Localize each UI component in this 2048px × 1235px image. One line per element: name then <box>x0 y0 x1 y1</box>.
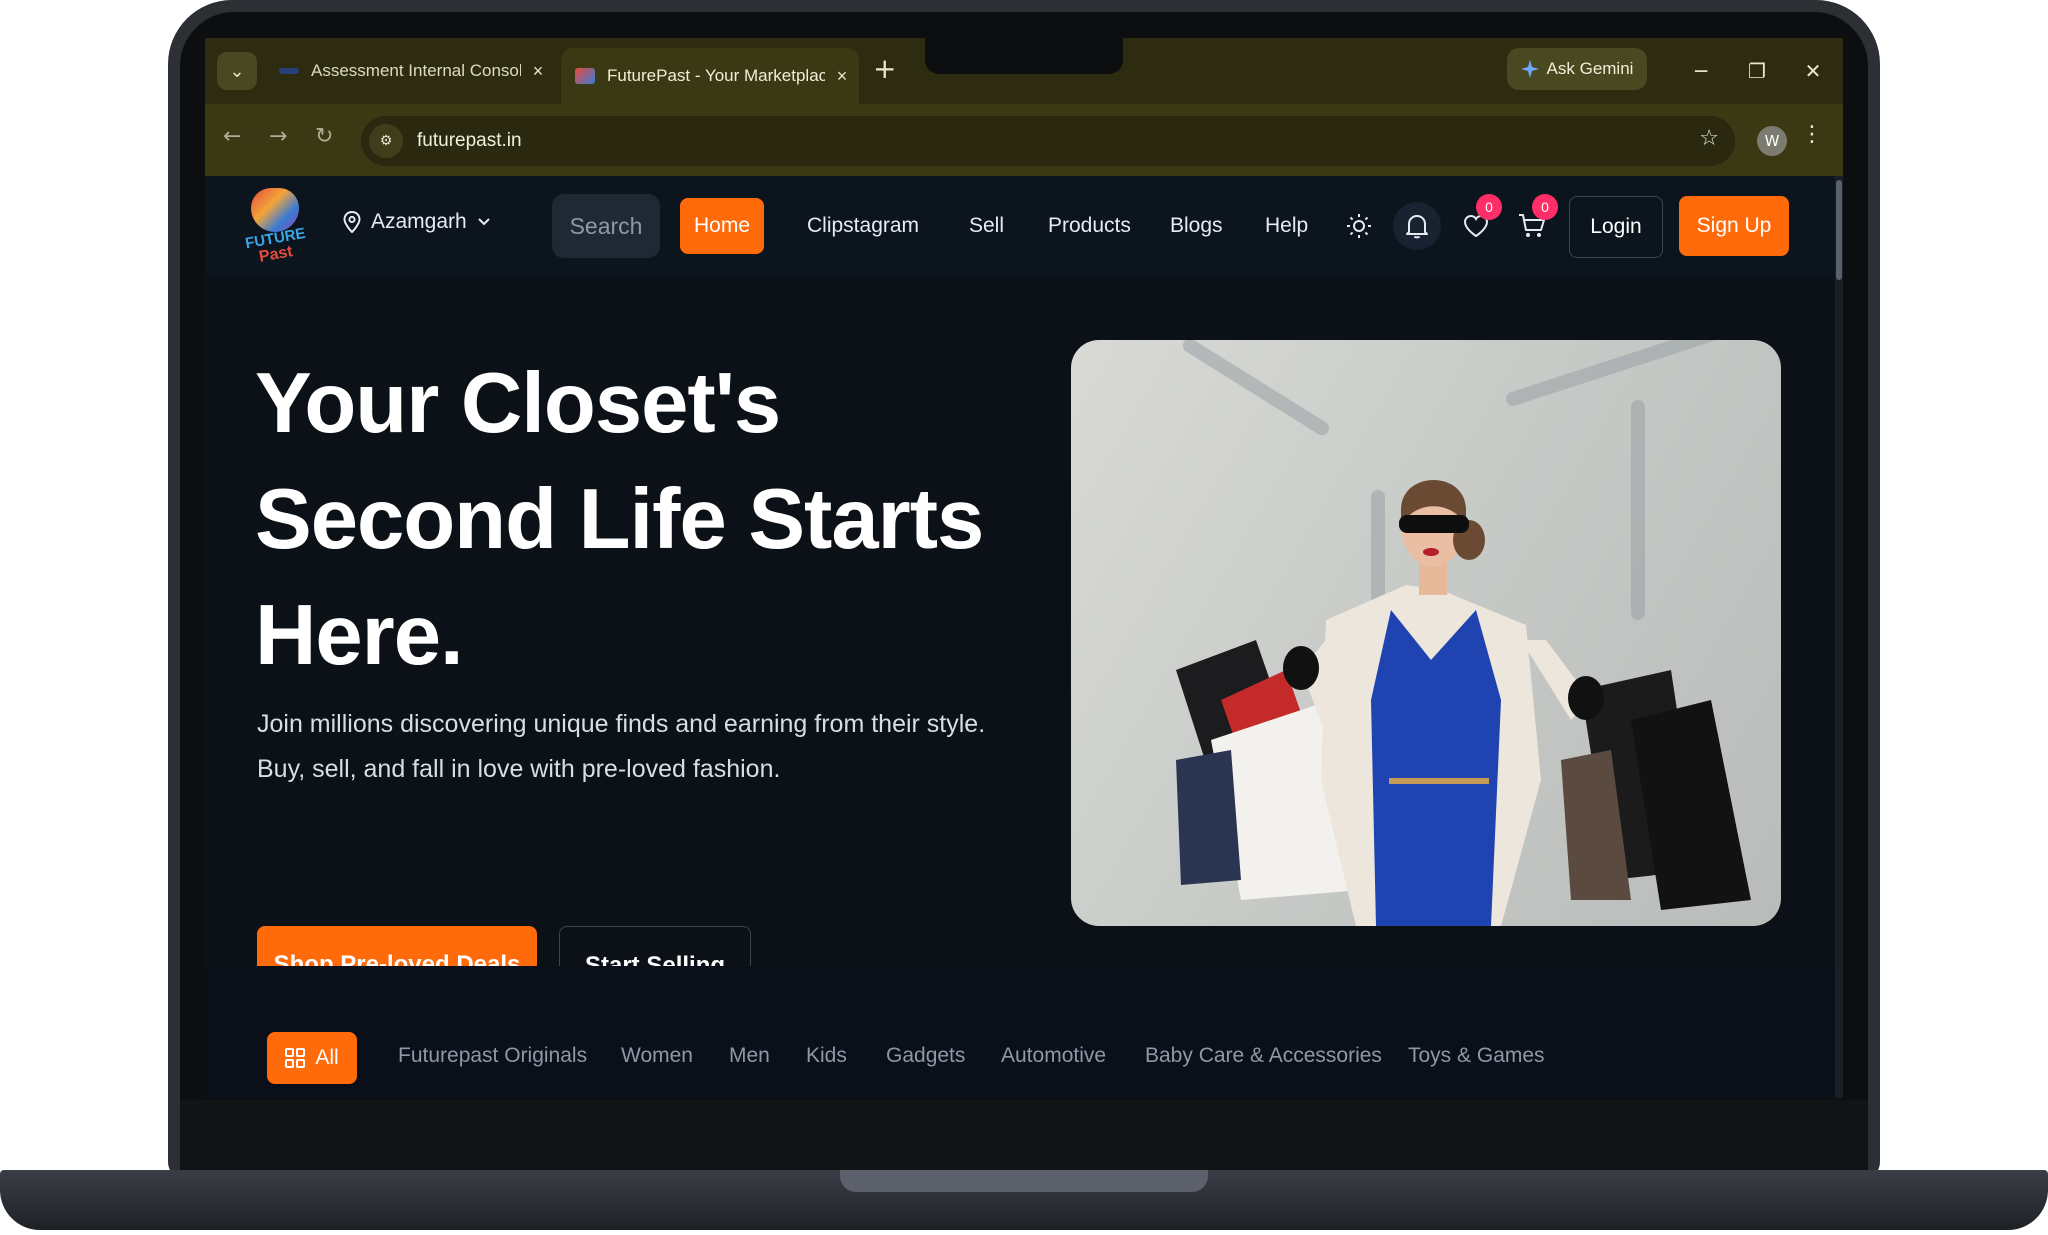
signup-button[interactable]: Sign Up <box>1679 196 1789 256</box>
hero-title: Your Closet's Second Life Starts Here. <box>255 356 984 683</box>
url-text[interactable]: futurepast.in <box>417 130 522 152</box>
futurepast-favicon-icon <box>575 68 595 84</box>
futurepast-logo[interactable]: FUTURE Past <box>244 188 307 266</box>
grid-icon <box>285 1048 306 1068</box>
nav-sell[interactable]: Sell <box>969 198 1004 254</box>
hero-image <box>1071 340 1781 926</box>
close-icon[interactable]: × <box>521 61 555 82</box>
ask-gemini-button[interactable]: Ask Gemini <box>1507 48 1647 90</box>
tab-search-button[interactable]: ⌄ <box>217 52 257 90</box>
hero-subtitle: Join millions discovering unique finds a… <box>257 710 986 783</box>
scrollbar-thumb[interactable] <box>1836 180 1842 280</box>
notifications-button[interactable] <box>1393 202 1441 250</box>
bell-icon <box>1406 215 1428 239</box>
restore-icon[interactable]: ❐ <box>1737 52 1777 90</box>
category-women[interactable]: Women <box>621 1044 693 1068</box>
shopper-woman-illustration <box>1176 480 1751 926</box>
tab-title: Assessment Internal Console <box>311 61 521 80</box>
star-icon[interactable]: ☆ <box>1699 126 1719 151</box>
cart-button[interactable]: 0 <box>1508 194 1558 250</box>
wishlist-button[interactable]: 0 <box>1452 194 1502 250</box>
close-window-icon[interactable]: ✕ <box>1793 52 1833 90</box>
location-selector[interactable]: Azamgarh <box>343 210 491 234</box>
reload-icon[interactable]: ↻ <box>315 124 333 149</box>
tab-assessment-console[interactable]: Assessment Internal Console × <box>265 48 555 94</box>
forward-icon[interactable]: → <box>269 124 287 149</box>
location-pin-icon <box>343 211 361 233</box>
category-gadgets[interactable]: Gadgets <box>886 1044 965 1068</box>
tab-futurepast[interactable]: FuturePast - Your Marketplace f × <box>561 48 859 104</box>
tab-title: FuturePast - Your Marketplace f <box>607 66 825 85</box>
back-icon[interactable]: ← <box>223 124 241 149</box>
address-bar[interactable]: ⚙ futurepast.in ☆ <box>361 116 1735 166</box>
chevron-down-icon <box>478 218 490 226</box>
browser-menu-icon[interactable]: ⋮ <box>1801 122 1823 147</box>
category-futurepast-originals[interactable]: Futurepast Originals <box>398 1044 587 1068</box>
category-men[interactable]: Men <box>729 1044 770 1068</box>
location-label: Azamgarh <box>371 210 467 233</box>
category-all-label: All <box>315 1046 339 1069</box>
theme-toggle-button[interactable] <box>1335 202 1383 250</box>
minimize-icon[interactable]: ─ <box>1681 52 1721 90</box>
nav-home[interactable]: Home <box>680 198 765 254</box>
nav-help[interactable]: Help <box>1265 198 1308 254</box>
nav-clipstagram[interactable]: Clipstagram <box>807 198 919 254</box>
wishlist-count-badge: 0 <box>1476 194 1502 220</box>
category-all[interactable]: All <box>267 1032 357 1084</box>
bezel-chin <box>180 1100 1868 1172</box>
camera-notch <box>925 38 1123 74</box>
close-icon[interactable]: × <box>825 66 859 87</box>
cart-count-badge: 0 <box>1532 194 1558 220</box>
nav-products[interactable]: Products <box>1048 198 1131 254</box>
hero-section: Your Closet's Second Life Starts Here. J… <box>205 276 1835 1006</box>
sun-icon <box>1347 214 1371 238</box>
nav-blogs[interactable]: Blogs <box>1170 198 1223 254</box>
search-input[interactable]: Search <box>552 194 660 258</box>
screen: ⌄ Assessment Internal Console × FuturePa… <box>205 38 1843 1098</box>
login-button[interactable]: Login <box>1569 196 1663 258</box>
heart-logo-icon <box>251 188 299 232</box>
laptop-hinge <box>840 1170 1208 1192</box>
website: FUTURE Past Azamgarh Search Home Clipsta… <box>205 176 1835 1098</box>
category-toys-games[interactable]: Toys & Games <box>1408 1044 1545 1068</box>
category-bar: All Futurepast Originals Women Men Kids … <box>205 966 1835 1098</box>
page-scrollbar[interactable] <box>1835 176 1843 1098</box>
site-info-icon[interactable]: ⚙ <box>369 124 403 158</box>
category-baby-care[interactable]: Baby Care & Accessories <box>1145 1044 1382 1068</box>
console-favicon-icon <box>279 68 299 74</box>
category-automotive[interactable]: Automotive <box>1001 1044 1106 1068</box>
profile-avatar[interactable]: W <box>1757 126 1787 156</box>
ask-gemini-label: Ask Gemini <box>1546 59 1634 78</box>
site-header: FUTURE Past Azamgarh Search Home Clipsta… <box>205 176 1835 277</box>
gemini-sparkle-icon <box>1520 60 1539 78</box>
category-kids[interactable]: Kids <box>806 1044 847 1068</box>
new-tab-button[interactable]: + <box>873 54 896 84</box>
